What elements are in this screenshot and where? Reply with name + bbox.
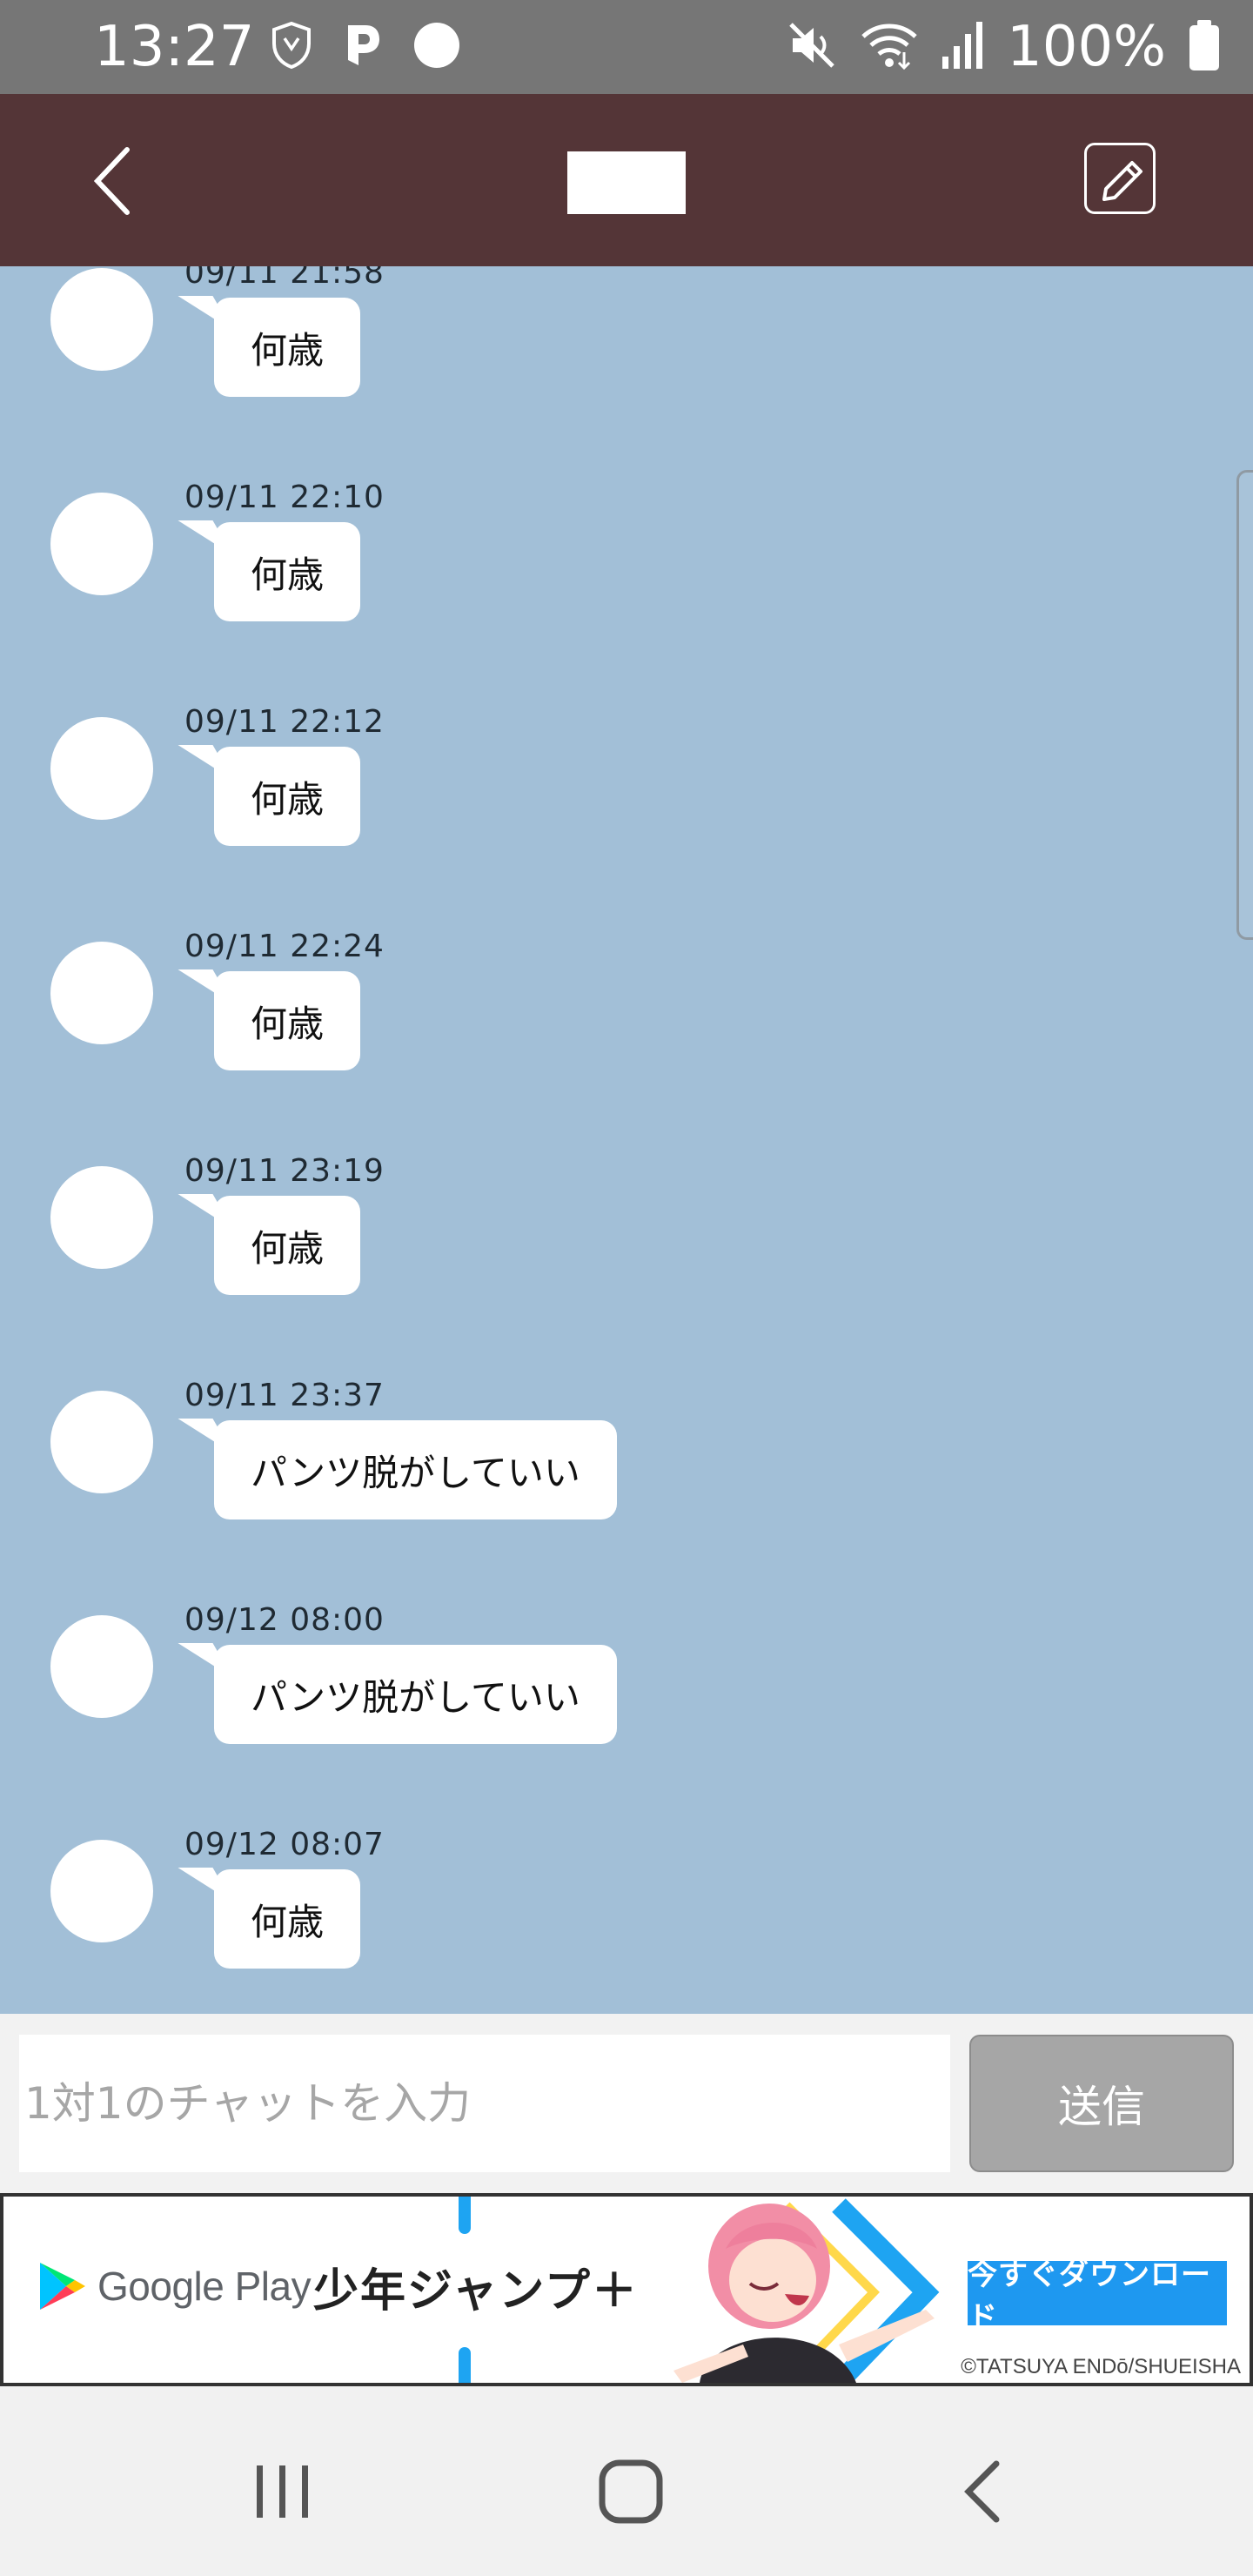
wifi-icon: [859, 19, 920, 75]
download-now-button[interactable]: 今すぐダウンロード: [968, 2257, 1227, 2335]
chat-message: 09/12 08:00 パンツ脱がしていい: [0, 1602, 1253, 1840]
chat-message: 09/11 22:24 何歳: [0, 929, 1253, 1166]
pencil-icon: [1102, 161, 1142, 201]
chat-message: 09/11 21:58 何歳: [0, 266, 1253, 493]
status-right: 100%: [786, 12, 1222, 82]
mute-icon: [786, 19, 838, 75]
vpn-shield-icon: [270, 21, 313, 73]
system-back-button[interactable]: [936, 2444, 1032, 2539]
avatar[interactable]: [50, 717, 153, 820]
chat-message: 09/12 08:07 何歳: [0, 1827, 1253, 2014]
message-time: 09/12 08:00: [184, 1602, 385, 1638]
message-time: 09/11 23:37: [184, 1378, 385, 1413]
message-bubble[interactable]: 何歳: [214, 298, 361, 397]
signal-icon: [941, 20, 986, 74]
battery-icon: [1187, 18, 1222, 76]
message-bubble[interactable]: 何歳: [214, 971, 361, 1070]
battery-percent: 100%: [1007, 15, 1166, 79]
ad-title: 少年ジャンプ＋: [313, 2265, 639, 2318]
message-bubble[interactable]: 何歳: [214, 747, 361, 846]
message-bubble[interactable]: 何歳: [214, 1869, 361, 1969]
message-time: 09/12 08:07: [184, 1827, 385, 1862]
store-name: Google Play: [97, 2264, 312, 2309]
avatar[interactable]: [50, 942, 153, 1044]
avatar[interactable]: [50, 1840, 153, 1942]
message-bubble[interactable]: パンツ脱がしていい: [214, 1645, 617, 1744]
ad-character-art: [673, 2204, 935, 2383]
p-app-icon: [343, 22, 383, 72]
dot-icon: [412, 21, 461, 73]
status-bar: 13:27 100%: [0, 0, 1253, 94]
message-bubble[interactable]: 何歳: [214, 1196, 361, 1295]
ad-banner[interactable]: Google Play 少年ジャンプ＋ 今すぐダウンロード ©TATSUYA E…: [0, 2193, 1253, 2386]
message-time: 09/11 22:12: [184, 704, 385, 740]
chat-input-bar: 送信: [0, 2014, 1253, 2193]
message-time: 09/11 22:10: [184, 480, 385, 515]
chat-message: 09/11 22:12 何歳: [0, 704, 1253, 942]
system-nav-bar: [0, 2386, 1253, 2576]
avatar[interactable]: [50, 493, 153, 595]
chat-input[interactable]: [19, 2035, 950, 2172]
chat-message: 09/11 23:19 何歳: [0, 1153, 1253, 1391]
status-time: 13:27: [94, 15, 255, 79]
ad-copyright: ©TATSUYA ENDō/SHUEISHA: [961, 2355, 1241, 2378]
back-icon: [964, 2460, 1000, 2523]
avatar[interactable]: [50, 1391, 153, 1493]
avatar[interactable]: [50, 1166, 153, 1269]
send-button[interactable]: 送信: [969, 2035, 1234, 2172]
chat-message: 09/11 22:10 何歳: [0, 480, 1253, 717]
home-icon: [599, 2459, 663, 2524]
message-bubble[interactable]: 何歳: [214, 522, 361, 621]
message-time: 09/11 23:19: [184, 1153, 385, 1189]
message-bubble[interactable]: パンツ脱がしていい: [214, 1420, 617, 1519]
recent-apps-button[interactable]: [235, 2444, 331, 2539]
message-time: 09/11 21:58: [184, 266, 385, 291]
message-time: 09/11 22:24: [184, 929, 385, 964]
back-button[interactable]: [84, 144, 144, 218]
chevron-left-icon: [93, 147, 130, 215]
chat-message: 09/11 23:37 パンツ脱がしていい: [0, 1378, 1253, 1615]
google-play-icon: [37, 2259, 87, 2317]
home-button[interactable]: [583, 2444, 679, 2539]
avatar[interactable]: [50, 268, 153, 371]
avatar[interactable]: [50, 1615, 153, 1718]
status-left-icons: [270, 19, 461, 75]
compose-button[interactable]: [1084, 143, 1156, 214]
recent-apps-icon: [257, 2465, 308, 2518]
chat-area[interactable]: 09/11 21:58 何歳 09/11 22:10 何歳 09/11 22:1…: [0, 266, 1253, 2014]
page-title: [567, 151, 686, 214]
app-header: [0, 94, 1253, 266]
